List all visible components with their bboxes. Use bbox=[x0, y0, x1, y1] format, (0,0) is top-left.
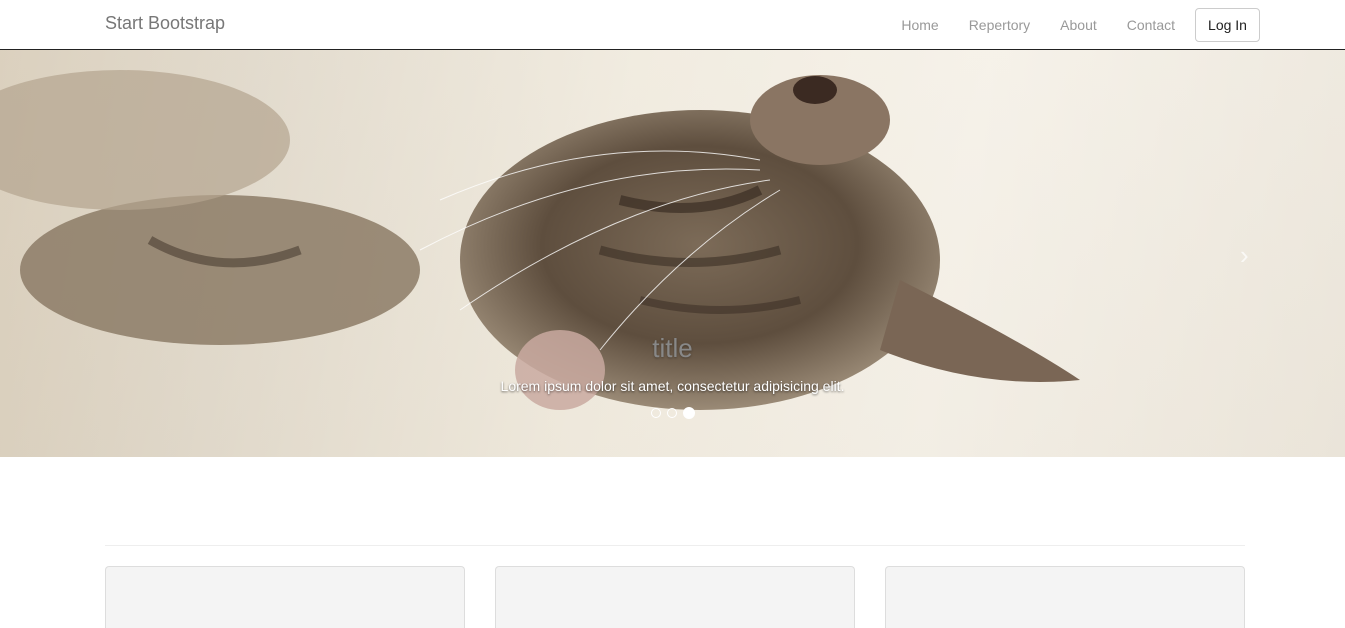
cat-photo bbox=[0, 50, 1345, 457]
nav-link-contact[interactable]: Contact bbox=[1127, 17, 1175, 33]
login-button[interactable]: Log In bbox=[1195, 7, 1260, 42]
carousel-indicator-2[interactable] bbox=[666, 408, 677, 418]
brand-link[interactable]: Start Bootstrap bbox=[105, 13, 225, 34]
hero-carousel: › title Lorem ipsum dolor sit amet, cons… bbox=[0, 50, 1345, 457]
navbar: Start Bootstrap Home Repertory About Con… bbox=[0, 0, 1345, 50]
carousel-indicator-3[interactable] bbox=[682, 407, 695, 419]
nav-link-about[interactable]: About bbox=[1060, 17, 1097, 33]
section-divider bbox=[105, 545, 1245, 546]
feature-card-3 bbox=[885, 566, 1245, 628]
carousel-caption-title: title bbox=[652, 333, 693, 363]
chevron-right-icon[interactable]: › bbox=[1240, 240, 1249, 271]
nav-links: Home Repertory About Contact Log In bbox=[871, 0, 1260, 49]
feature-card-2 bbox=[495, 566, 855, 628]
carousel-indicator-1[interactable] bbox=[650, 408, 661, 418]
nav-link-repertory[interactable]: Repertory bbox=[969, 17, 1030, 33]
carousel-indicators bbox=[0, 407, 1345, 419]
feature-card-1 bbox=[105, 566, 465, 628]
carousel-caption-text: Lorem ipsum dolor sit amet, consectetur … bbox=[500, 378, 845, 394]
nav-link-home[interactable]: Home bbox=[901, 17, 938, 33]
